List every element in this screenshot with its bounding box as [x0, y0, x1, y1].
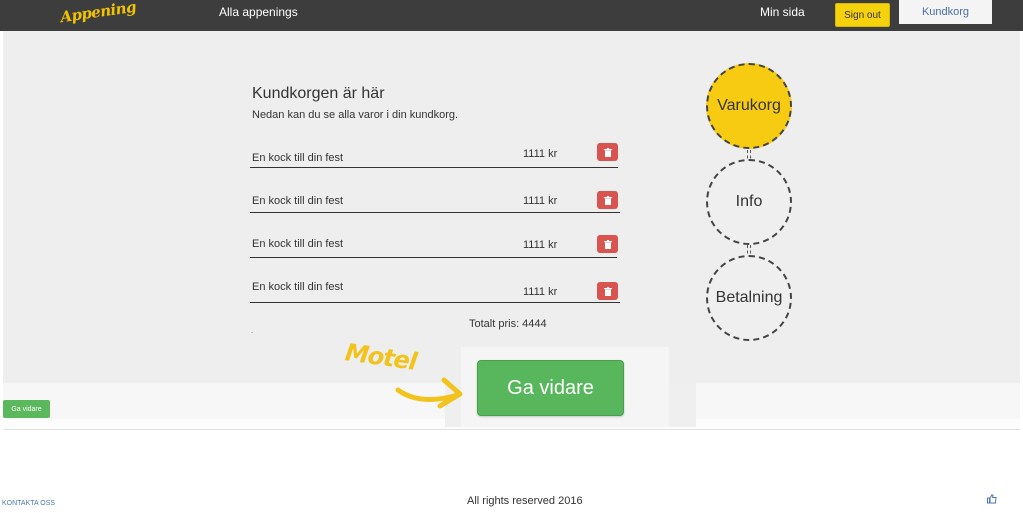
cart-item-row: En kock till din fest 1111 kr: [250, 143, 618, 168]
trash-icon: [603, 286, 612, 296]
delete-item-button[interactable]: [597, 235, 618, 253]
cart-item-price: 1111 kr: [523, 195, 558, 207]
delete-item-button[interactable]: [597, 143, 618, 161]
step-cart[interactable]: Varukorg: [706, 63, 792, 149]
trash-icon: [603, 195, 612, 205]
cart-item-row: En kock till din fest 1111 kr: [250, 281, 620, 303]
continue-button-small[interactable]: Ga vidare: [3, 400, 50, 418]
annotation-arrow-icon: [395, 377, 463, 409]
cart-item-name: En kock till din fest: [252, 281, 344, 293]
trash-icon: [603, 147, 612, 157]
stray-dot: .: [251, 326, 254, 335]
trash-icon: [603, 239, 612, 249]
nav-all-appenings-link[interactable]: Alla appenings: [219, 5, 298, 19]
thumbs-up-icon[interactable]: [987, 494, 997, 504]
cart-item-price: 1111 kr: [523, 286, 558, 298]
sign-out-button[interactable]: Sign out: [835, 3, 890, 27]
total-price: Totalt pris: 4444: [469, 318, 547, 330]
cart-item-name: En kock till din fest: [252, 195, 344, 207]
cart-item-row: En kock till din fest 1111 kr: [250, 235, 618, 258]
continue-button-large[interactable]: Ga vidare: [477, 360, 624, 416]
cart-item-price: 1111 kr: [523, 239, 558, 251]
cart-title: Kundkorgen är här: [252, 85, 385, 102]
cart-item-price: 1111 kr: [523, 148, 558, 160]
copyright-text: All rights reserved 2016: [467, 495, 583, 507]
cart-nav-button[interactable]: Kundkorg: [899, 0, 992, 24]
step-payment[interactable]: Betalning: [706, 255, 792, 341]
step-info[interactable]: Info: [706, 159, 792, 245]
delete-item-button[interactable]: [597, 191, 618, 209]
logo[interactable]: Appening: [59, 0, 137, 26]
contact-link[interactable]: KONTAKTA OSS: [2, 500, 55, 507]
cart-subtitle: Nedan kan du se alla varor i din kundkor…: [252, 109, 459, 121]
cart-item-row: En kock till din fest 1111 kr: [250, 191, 620, 213]
navbar: Appening Alla appenings Min sida Sign ou…: [0, 0, 1023, 31]
cart-item-name: En kock till din fest: [252, 238, 344, 250]
delete-item-button[interactable]: [597, 282, 618, 300]
cart-item-name: En kock till din fest: [252, 152, 344, 164]
nav-my-page-link[interactable]: Min sida: [760, 5, 805, 19]
